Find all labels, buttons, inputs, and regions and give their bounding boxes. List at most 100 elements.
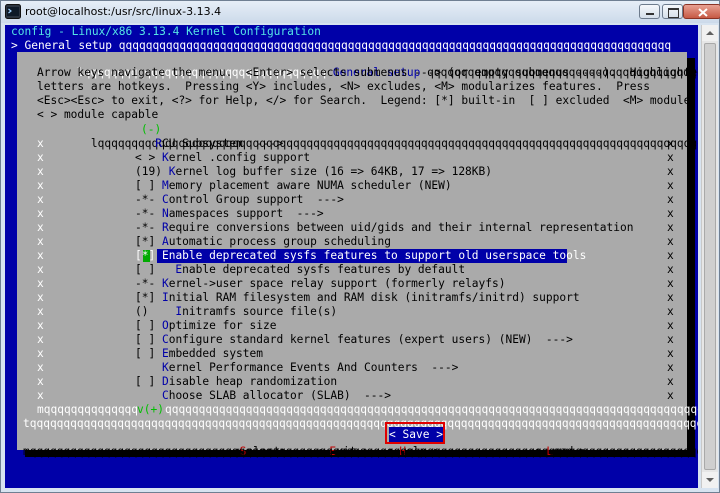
menu-item-prefix xyxy=(135,361,162,374)
menu-item-label: isable heap randomization xyxy=(168,375,338,388)
menu-item-text: [ ] Embedded system xyxy=(135,347,263,361)
menu-item[interactable]: x x < > Kernel .config support xyxy=(17,151,687,165)
menu-border-right: x xyxy=(667,319,674,332)
menu-item[interactable]: x x [ ] Memory placement aware NUMA schedu… xyxy=(17,179,687,193)
menu-item-text: -*- Control Group support ---> xyxy=(135,193,344,207)
menu-item-text: [*] Automatic process group scheduling xyxy=(135,235,391,249)
menu-item-text: Choose SLAB allocator (SLAB) ---> xyxy=(135,389,391,403)
menu-item[interactable]: x x RCU Subsystem ---> xyxy=(17,137,687,151)
menu-border-right: x xyxy=(667,277,674,290)
menu-item-hotkey: E xyxy=(161,249,169,262)
menu-item[interactable]: x x () Initramfs source file(s) xyxy=(17,305,687,319)
breadcrumb: > General setup qqqqqqqqqqqqqqqqqqqqqqqq… xyxy=(11,39,672,52)
menu-border-right: x xyxy=(667,263,674,276)
menu-border-right: x xyxy=(667,333,674,346)
menu-border-right: x xyxy=(667,305,674,318)
menu-top-marker: (-) xyxy=(141,123,162,137)
scrollbar-thumb[interactable] xyxy=(704,43,716,470)
terminal-screen[interactable]: config - Linux/x86 3.13.4 Kernel Configu… xyxy=(5,25,698,488)
close-button[interactable] xyxy=(683,4,720,19)
menu-item[interactable]: x x [*] Initial RAM filesystem and RAM dis… xyxy=(17,291,687,305)
menu-item-hotkey: N xyxy=(161,207,169,220)
close-icon xyxy=(698,8,708,17)
menu-border-left: x xyxy=(37,333,44,346)
menu-border-right: x xyxy=(667,291,674,304)
menu-border-left: x xyxy=(37,193,44,206)
title-bar[interactable]: root@localhost:/usr/src/linux-3.13.4 xyxy=(1,1,720,23)
save-button[interactable]: < Save > xyxy=(389,427,443,442)
menu-item-hotkey: K xyxy=(161,277,169,290)
menu-item[interactable]: x x -*- Control Group support ---> xyxy=(17,193,687,207)
menu-item-prefix: [ ] xyxy=(135,179,162,192)
menu-border-right: x xyxy=(667,165,674,178)
menu-item-label: nitramfs source file(s) xyxy=(182,305,338,318)
menu-item-label: ontrol Group support ---> xyxy=(168,193,344,206)
menu-item[interactable]: x x [ ] Embedded system xyxy=(17,347,687,361)
menu-item-label: hoose SLAB allocator (SLAB) ---> xyxy=(168,389,391,402)
menu-item-text: [ ] Disable heap randomization xyxy=(135,375,337,389)
menu-border-left: x xyxy=(37,165,44,178)
menu-border-left: x xyxy=(37,235,44,248)
menu-item[interactable]: x x -*- Kernel->user space relay support (… xyxy=(17,277,687,291)
menu-item-hotkey: R xyxy=(155,137,162,150)
menu-item-text: [ ] Optimize for size xyxy=(135,319,276,333)
menu-item-hotkey: C xyxy=(161,193,169,206)
menu-item-hotkey: K xyxy=(161,361,169,374)
menu-border-right: x xyxy=(667,193,674,206)
menu-item-selected[interactable]: x x [*] Enable deprecated sysfs features t… xyxy=(17,249,687,263)
menu-item[interactable]: x x Kernel Performance Events And Counter… xyxy=(17,361,687,375)
scroll-up-button[interactable] xyxy=(702,25,718,41)
menu-border-right: x xyxy=(667,221,674,234)
help-line-1: Arrow keys navigate the menu. <Enter> se… xyxy=(37,66,698,79)
menu-item-label: ernel->user space relay support (formerl… xyxy=(168,277,506,290)
menu-item-text: -*- Kernel->user space relay support (fo… xyxy=(135,277,505,291)
menu-item-prefix: [*] xyxy=(135,291,162,304)
menu-bottom-marker: v(+) xyxy=(137,403,164,417)
menu-item[interactable]: x x -*- Namespaces support ---> xyxy=(17,207,687,221)
menu-item[interactable]: x x [ ] Disable heap randomization xyxy=(17,375,687,389)
menu-list: xx RCU Subsystem ---> x x < > Kernel .confi… xyxy=(17,137,687,403)
menu-item-prefix: (19) xyxy=(135,165,169,178)
menu-item[interactable]: x x [ ] Enable deprecated sysfs features b… xyxy=(17,263,687,277)
maximize-button[interactable] xyxy=(662,4,683,19)
menu-item-text: < > Kernel .config support xyxy=(135,151,310,165)
menu-border-right: x xyxy=(667,361,674,374)
menu-border-left: x xyxy=(37,179,44,192)
menu-item-prefix: [ ] xyxy=(135,347,162,360)
menu-border-left: x xyxy=(37,291,44,304)
menu-item-label: utomatic process group scheduling xyxy=(168,235,391,248)
menu-item-prefix: [*] xyxy=(135,249,162,262)
general-setup-dialog: lqqqqqqqqqqqqqqqqqqqqqqqqqqqqqqqqqqqq Ge… xyxy=(17,52,698,458)
vertical-scrollbar[interactable] xyxy=(701,25,718,488)
help-line-4: < > module capable xyxy=(37,108,159,121)
menu-item[interactable]: x x -*- Require conversions between uid/gi… xyxy=(17,221,687,235)
menu-item[interactable]: x x (19) Kernel log buffer size (16 => 64K… xyxy=(17,165,687,179)
menu-item-label: ptimize for size xyxy=(168,319,277,332)
menu-item-text: () Initramfs source file(s) xyxy=(135,305,337,319)
menu-item[interactable]: x x [*] Automatic process group scheduling xyxy=(17,235,687,249)
menu-item-prefix: -*- xyxy=(135,221,162,234)
menu-item[interactable]: x x [ ] Optimize for size xyxy=(17,319,687,333)
menu-item-hotkey: D xyxy=(161,375,169,388)
menu-item-prefix: () xyxy=(135,305,176,318)
menu-item-text: -*- Require conversions between uid/gids… xyxy=(135,221,633,235)
menu-item-text: [ ] Enable deprecated sysfs features by … xyxy=(135,263,465,277)
menu-border-right: x xyxy=(667,389,674,402)
menu-item-label: emory placement aware NUMA scheduler (NE… xyxy=(168,179,452,192)
menu-item-text: (19) Kernel log buffer size (16 => 64KB,… xyxy=(135,165,492,179)
menu-item-label: onfigure standard kernel features (exper… xyxy=(168,333,573,346)
minimize-button[interactable] xyxy=(639,4,660,19)
window-title: root@localhost:/usr/src/linux-3.13.4 xyxy=(25,5,222,18)
arrow-down-icon xyxy=(706,478,714,482)
menu-border-left: x xyxy=(37,277,44,290)
scroll-down-button[interactable] xyxy=(702,472,718,488)
menu-border-left: x xyxy=(37,361,44,374)
menu-border-left: x xyxy=(37,207,44,220)
menu-item[interactable]: x x [ ] Configure standard kernel features… xyxy=(17,333,687,347)
menu-border-left: x xyxy=(37,375,44,388)
menu-item-label: equire conversions between uid/gids and … xyxy=(168,221,634,234)
config-header: config - Linux/x86 3.13.4 Kernel Configu… xyxy=(11,25,321,38)
menu-item-hotkey: C xyxy=(161,389,169,402)
dialog-bottom-border: mqqqqqqqqqqqqqqqqqqqqqqqqqqqqqqqqqqqqqqq… xyxy=(23,445,698,458)
menu-item[interactable]: x x Choose SLAB allocator (SLAB) ---> xyxy=(17,389,687,403)
